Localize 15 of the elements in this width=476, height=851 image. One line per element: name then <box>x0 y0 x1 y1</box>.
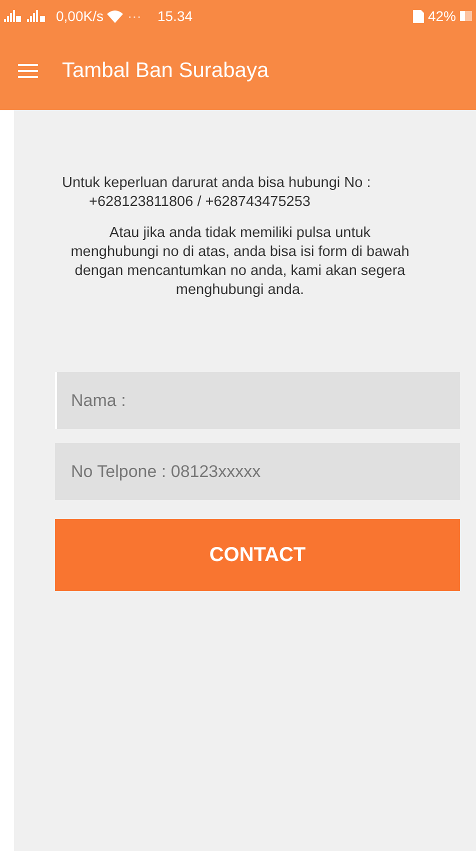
input-field[interactable]: No Telpone : 08123xxxxx <box>55 443 460 500</box>
info-paragraph: Atau jika anda tidak memiliki pulsa untuk menghubungi no di atas, anda bisa isi form di bawah dengan mencantumkan no anda, kami akan segera menghubungi anda. <box>70 224 410 300</box>
emergency-text: Untuk keperluan darurat anda bisa hubungi No : <box>61 174 372 193</box>
menu-icon[interactable] <box>18 63 38 79</box>
wifi-icon <box>107 10 124 22</box>
battery-percent: 42% <box>428 8 456 24</box>
more-dots: ··· <box>127 8 142 24</box>
app-title: Tambal Ban Surabaya <box>62 59 269 83</box>
phone-numbers: +628123811806 / +628743475253 <box>88 193 312 212</box>
sim-icon <box>412 10 424 22</box>
clock-time: 15.34 <box>157 8 193 24</box>
contact-button[interactable]: CONTACT <box>55 519 460 591</box>
battery-icon <box>460 10 472 22</box>
input-field[interactable]: Nama : <box>55 372 460 429</box>
network-speed: 0,00K/s <box>56 8 104 24</box>
